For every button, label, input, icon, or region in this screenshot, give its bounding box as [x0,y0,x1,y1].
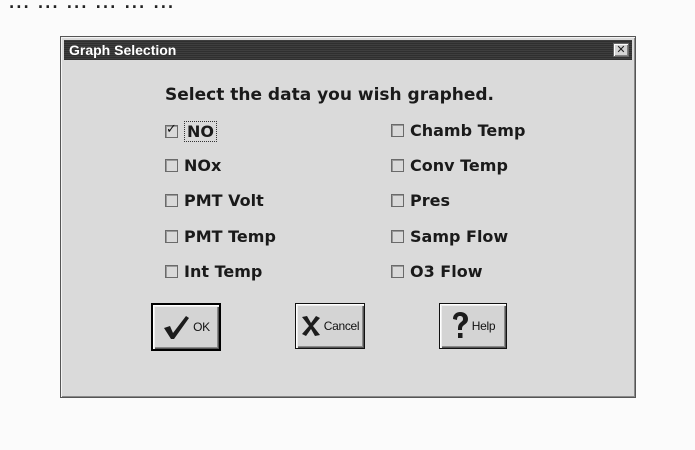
checkbox-label: Int Temp [184,262,263,281]
background-heading-fragment: ... ... ... ... ... ... [8,0,174,15]
checkbox-pmt-volt[interactable]: PMT Volt [165,191,264,210]
checkmark-icon [162,314,190,340]
close-button[interactable]: ✕ [613,43,629,57]
checkbox-label: Samp Flow [410,227,509,246]
close-icon: ✕ [616,43,626,56]
checkbox-pres[interactable]: Pres [391,191,450,210]
help-label: Help [471,319,496,333]
checkbox-box[interactable]: ✓ [165,122,178,138]
checkmark-icon: ✓ [166,122,177,137]
checkbox-label: NOx [184,156,222,175]
graph-selection-dialog: Graph Selection ✕ Select the data you wi… [60,36,636,398]
checkbox-label: Pres [410,191,450,210]
help-button[interactable]: Help [439,303,507,349]
checkbox-label: PMT Temp [184,227,276,246]
checkbox-box[interactable] [165,230,178,243]
checkbox-label: NO [184,121,217,142]
cancel-label: Cancel [323,319,360,333]
checkbox-chamb-temp[interactable]: Chamb Temp [391,121,525,140]
x-icon [301,315,321,337]
title-bar[interactable]: Graph Selection ✕ [64,40,632,60]
checkbox-label: O3 Flow [410,262,483,281]
question-mark-icon [451,312,469,340]
checkbox-label: Chamb Temp [410,121,526,140]
checkbox-pmt-temp[interactable]: PMT Temp [165,227,276,246]
dialog-title: Graph Selection [69,42,177,58]
ok-label: OK [193,320,210,334]
checkbox-samp-flow[interactable]: Samp Flow [391,227,508,246]
checkbox-label: PMT Volt [184,191,264,210]
checkbox-box[interactable] [165,194,178,207]
checkbox-box[interactable] [165,159,178,172]
checkbox-o3-flow[interactable]: O3 Flow [391,262,483,281]
instruction-text: Select the data you wish graphed. [165,85,494,105]
checkbox-box[interactable] [391,194,404,207]
checkbox-box[interactable] [391,230,404,243]
ok-button[interactable]: OK [151,303,221,351]
checkbox-conv-temp[interactable]: Conv Temp [391,156,508,175]
checkbox-no[interactable]: ✓ NO [165,121,217,142]
checkbox-int-temp[interactable]: Int Temp [165,262,262,281]
checkbox-box[interactable] [391,159,404,172]
cancel-button[interactable]: Cancel [295,303,365,349]
checkbox-box[interactable] [391,124,404,137]
checkbox-nox[interactable]: NOx [165,156,221,175]
checkbox-box[interactable] [165,265,178,278]
checkbox-box[interactable] [391,265,404,278]
checkbox-label: Conv Temp [410,156,508,175]
